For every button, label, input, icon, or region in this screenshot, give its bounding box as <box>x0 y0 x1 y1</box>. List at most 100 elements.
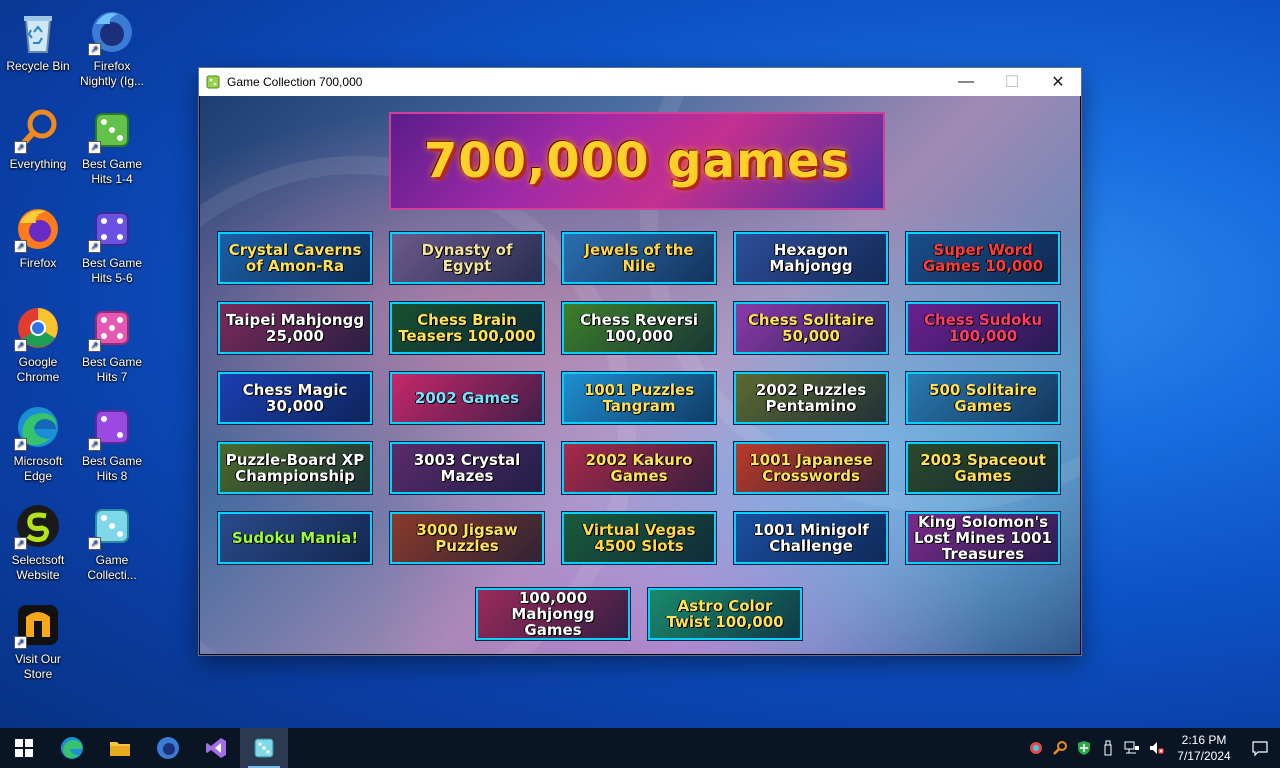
firefox-icon: ↗ <box>14 205 62 253</box>
desktop-icon-label: Recycle Bin <box>6 59 70 73</box>
start-button[interactable] <box>0 728 48 768</box>
game-tile[interactable]: Jewels of the Nile <box>561 231 717 285</box>
desktop-icon-label: Firefox <box>19 256 57 270</box>
shortcut-arrow-icon: ↗ <box>14 141 27 154</box>
shortcut-arrow-icon: ↗ <box>88 141 101 154</box>
store-logo-icon: ↗ <box>14 601 62 649</box>
network-icon <box>1124 741 1139 754</box>
game-tile-label: Chess Brain Teasers 100,000 <box>398 311 536 345</box>
desktop-icon-label: Game Collecti... <box>87 553 137 582</box>
game-tile-label: 3003 Crystal Mazes <box>413 451 521 485</box>
game-tile[interactable]: Astro Color Twist 100,000 <box>647 587 803 641</box>
usb-drive-icon <box>1104 740 1112 756</box>
game-tile[interactable]: 1001 Japanese Crosswords <box>733 441 889 495</box>
minimize-button[interactable]: — <box>943 68 989 96</box>
tray-usb-icon[interactable] <box>1096 728 1120 768</box>
desktop-icon-best-game-hits-1-4[interactable]: ↗ Best Game Hits 1-4 <box>74 106 150 187</box>
taskbar-file-explorer-button[interactable] <box>96 728 144 768</box>
desktop-icon-everything[interactable]: ↗ Everything <box>0 106 76 172</box>
game-tile[interactable]: Super Word Games 10,000 <box>905 231 1061 285</box>
game-tile-label: 2002 Kakuro Games <box>585 451 693 485</box>
shortcut-arrow-icon: ↗ <box>88 339 101 352</box>
chrome-icon: ↗ <box>14 304 62 352</box>
game-tile-label: Hexagon Mahjongg <box>769 241 853 275</box>
game-tile-label: Crystal Caverns of Amon-Ra <box>228 241 362 275</box>
game-tile-label: 2002 Puzzles Pentamino <box>755 381 867 415</box>
game-tile[interactable]: 2002 Kakuro Games <box>561 441 717 495</box>
desktop-icon-best-game-hits-8[interactable]: ↗ Best Game Hits 8 <box>74 403 150 484</box>
game-tile-label: Super Word Games 10,000 <box>922 241 1044 275</box>
maximize-button[interactable]: ☐ <box>989 68 1035 96</box>
tray-volume-icon[interactable] <box>1144 728 1168 768</box>
clock-date: 7/17/2024 <box>1177 749 1231 763</box>
desktop-icon-label: Everything <box>9 157 67 171</box>
desktop-icon-google-chrome[interactable]: ↗ Google Chrome <box>0 304 76 385</box>
game-tile[interactable]: King Solomon's Lost Mines 1001 Treasures <box>905 511 1061 565</box>
game-tile[interactable]: Crystal Caverns of Amon-Ra <box>217 231 373 285</box>
game-tile-label: 1001 Puzzles Tangram <box>583 381 695 415</box>
taskbar-visual-studio-button[interactable] <box>192 728 240 768</box>
windows-logo-icon <box>15 739 33 757</box>
game-tile[interactable]: Hexagon Mahjongg <box>733 231 889 285</box>
desktop-icon-best-game-hits-7[interactable]: ↗ Best Game Hits 7 <box>74 304 150 385</box>
tray-everything-icon[interactable] <box>1048 728 1072 768</box>
game-tile-label: Chess Solitaire 50,000 <box>747 311 875 345</box>
game-tile[interactable]: Chess Brain Teasers 100,000 <box>389 301 545 355</box>
everything-search-icon: ↗ <box>14 106 62 154</box>
game-tile[interactable]: 100,000 Mahjongg Games <box>475 587 631 641</box>
clock-time: 2:16 PM <box>1181 733 1227 747</box>
game-tile[interactable]: Chess Magic 30,000 <box>217 371 373 425</box>
green-dice-icon: ↗ <box>88 106 136 154</box>
taskbar-firefox-nightly-button[interactable] <box>144 728 192 768</box>
desktop-icon-selectsoft-website[interactable]: ↗ Selectsoft Website <box>0 502 76 583</box>
taskbar-edge-button[interactable] <box>48 728 96 768</box>
edge-icon: ↗ <box>14 403 62 451</box>
tray-network-icon[interactable] <box>1120 728 1144 768</box>
desktop-icon-label: Selectsoft Website <box>11 553 65 582</box>
game-tile[interactable]: 2002 Games <box>389 371 545 425</box>
game-tile[interactable]: 2002 Puzzles Pentamino <box>733 371 889 425</box>
game-tile[interactable]: Chess Sudoku 100,000 <box>905 301 1061 355</box>
clock[interactable]: 2:16 PM 7/17/2024 <box>1168 732 1240 764</box>
desktop-icon-firefox[interactable]: ↗ Firefox <box>0 205 76 271</box>
game-tile[interactable]: 1001 Puzzles Tangram <box>561 371 717 425</box>
desktop-icon-recycle-bin[interactable]: Recycle Bin <box>0 8 76 74</box>
tray-security-icon[interactable] <box>1072 728 1096 768</box>
game-tile[interactable]: 2003 Spaceout Games <box>905 441 1061 495</box>
game-tile[interactable]: Virtual Vegas 4500 Slots <box>561 511 717 565</box>
game-tile[interactable]: Taipei Mahjongg 25,000 <box>217 301 373 355</box>
shortcut-arrow-icon: ↗ <box>88 537 101 550</box>
app-dice-icon <box>205 74 221 90</box>
desktop-icon-label: Visit Our Store <box>15 652 61 681</box>
game-tile-label: 3000 Jigsaw Puzzles <box>416 521 518 555</box>
desktop-icon-firefox-nightly[interactable]: ↗ Firefox Nightly (Ig... <box>74 8 150 89</box>
game-tile[interactable]: 500 Solitaire Games <box>905 371 1061 425</box>
desktop-icon-game-collection[interactable]: ↗ Game Collecti... <box>74 502 150 583</box>
taskbar-game-collection-button[interactable] <box>240 728 288 768</box>
desktop-icon-label: Firefox Nightly (Ig... <box>79 59 145 88</box>
game-tile-label: Jewels of the Nile <box>584 241 694 275</box>
notification-center-button[interactable] <box>1240 728 1280 768</box>
game-tile[interactable]: Chess Reversi 100,000 <box>561 301 717 355</box>
game-tile[interactable]: Chess Solitaire 50,000 <box>733 301 889 355</box>
game-tile[interactable]: 3000 Jigsaw Puzzles <box>389 511 545 565</box>
edge-icon <box>61 737 83 759</box>
game-collection-window: Game Collection 700,000 — ☐ ✕ 700,000 ga… <box>199 68 1081 655</box>
desktop-icon-best-game-hits-5-6[interactable]: ↗ Best Game Hits 5-6 <box>74 205 150 286</box>
game-tile[interactable]: Puzzle-Board XP Championship <box>217 441 373 495</box>
game-tile-label: Sudoku Mania! <box>231 529 359 547</box>
pink-dice-icon: ↗ <box>88 304 136 352</box>
shortcut-arrow-icon: ↗ <box>14 438 27 451</box>
close-button[interactable]: ✕ <box>1035 68 1081 96</box>
window-client-area: 700,000 games Crystal Caverns of Amon-Ra… <box>200 96 1080 654</box>
desktop-icon-microsoft-edge[interactable]: ↗ Microsoft Edge <box>0 403 76 484</box>
window-titlebar[interactable]: Game Collection 700,000 — ☐ ✕ <box>199 68 1081 96</box>
taskbar: 2:16 PM 7/17/2024 <box>0 728 1280 768</box>
desktop-icon-visit-our-store[interactable]: ↗ Visit Our Store <box>0 601 76 682</box>
game-tile[interactable]: 3003 Crystal Mazes <box>389 441 545 495</box>
game-tile[interactable]: Dynasty of Egypt <box>389 231 545 285</box>
tray-app-icon[interactable] <box>1024 728 1048 768</box>
game-tile[interactable]: 1001 Minigolf Challenge <box>733 511 889 565</box>
desktop-icon-label: Best Game Hits 5-6 <box>81 256 143 285</box>
game-tile[interactable]: Sudoku Mania! <box>217 511 373 565</box>
